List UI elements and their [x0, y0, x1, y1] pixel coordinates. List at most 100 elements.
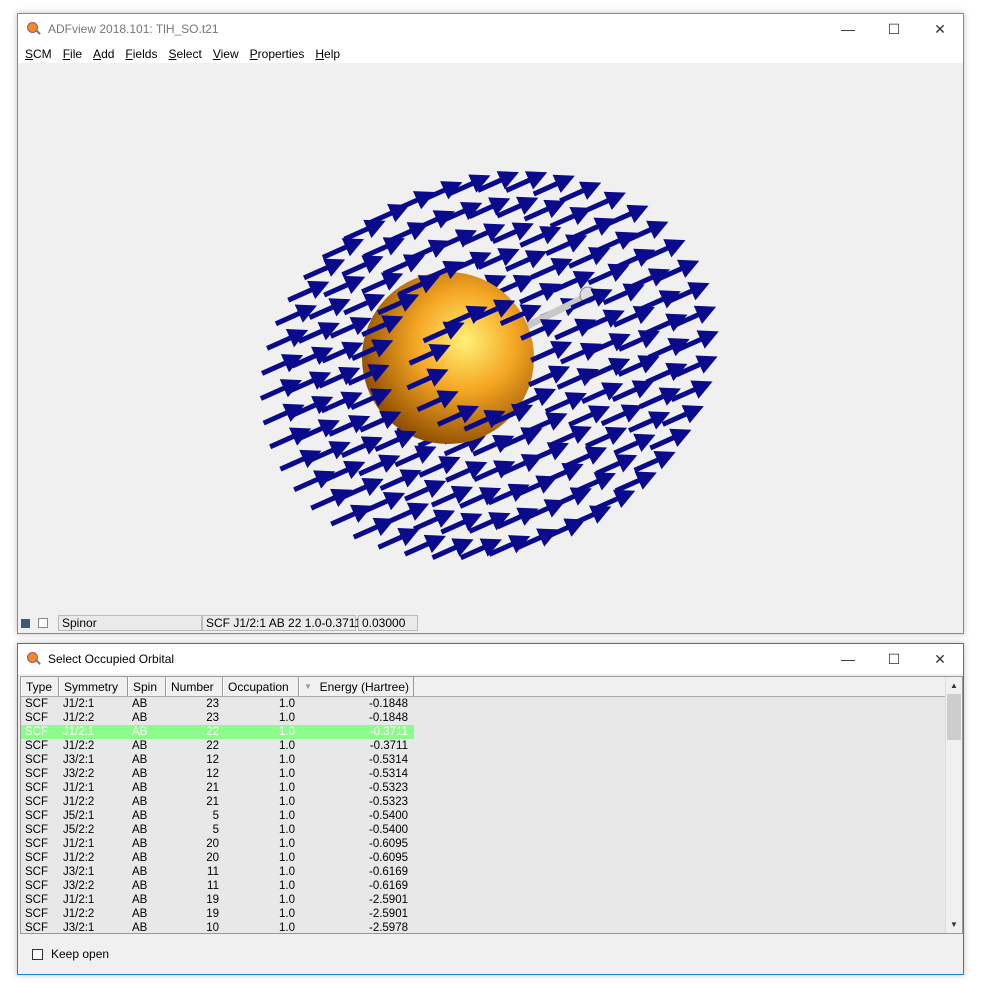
- keep-open-option[interactable]: Keep open: [32, 947, 109, 961]
- table-row[interactable]: SCF J3/2:2 AB 12 1.0 -0.5314: [21, 767, 962, 781]
- color-swatch[interactable]: [21, 618, 30, 628]
- cell-energy: -0.6169: [368, 866, 408, 878]
- cell-energy: -0.1848: [368, 698, 408, 710]
- field-arrow: [259, 379, 302, 401]
- cell-energy: -0.5400: [368, 810, 408, 822]
- col-occupation[interactable]: Occupation: [223, 677, 299, 696]
- vertical-scrollbar[interactable]: ▲ ▼: [945, 677, 962, 933]
- cell-occupation: 1.0: [279, 768, 295, 780]
- visibility-checkbox[interactable]: [38, 618, 48, 628]
- field-arrow: [476, 171, 519, 193]
- cell-energy: -0.5400: [368, 824, 408, 836]
- field-arrow: [638, 387, 681, 410]
- col-energy[interactable]: ▼ Energy (Hartree): [299, 677, 414, 696]
- table-row[interactable]: SCF J5/2:2 AB 5 1.0 -0.5400: [21, 823, 962, 837]
- field-arrow: [500, 453, 544, 476]
- cell-type: SCF: [25, 796, 48, 808]
- table-row[interactable]: SCF J1/2:2 AB 23 1.0 -0.1848: [21, 711, 962, 725]
- field-arrow: [440, 201, 483, 224]
- minimize-button[interactable]: —: [825, 14, 871, 44]
- menu-select[interactable]: Select: [168, 47, 201, 61]
- table-row[interactable]: SCF J3/2:1 AB 12 1.0 -0.5314: [21, 753, 962, 767]
- field-arrow: [468, 197, 511, 220]
- field-arrow: [352, 517, 395, 540]
- field-arrow: [505, 250, 548, 272]
- table-row[interactable]: SCF J1/2:2 AB 20 1.0 -0.6095: [21, 851, 962, 865]
- table-row[interactable]: SCF J1/2:1 AB 22 1.0 -0.3711: [21, 725, 962, 739]
- field-arrow: [670, 380, 713, 403]
- close-button[interactable]: ✕: [917, 14, 963, 44]
- cell-symmetry: J3/2:2: [63, 880, 95, 892]
- cell-occupation: 1.0: [279, 782, 295, 794]
- field-arrow: [606, 204, 649, 227]
- table-row[interactable]: SCF J5/2:1 AB 5 1.0 -0.5400: [21, 809, 962, 823]
- field-arrow: [613, 433, 656, 456]
- field-arrow: [545, 234, 588, 257]
- orbital-energy: -0.3711: [321, 616, 362, 630]
- field-arrow: [530, 341, 573, 363]
- 3d-viewport[interactable]: [18, 63, 963, 613]
- orbital-info[interactable]: SCF J1/2:1 AB 22 1.0 -0.3711: [202, 615, 361, 631]
- menu-scm[interactable]: SCM: [25, 47, 52, 61]
- scroll-down-arrow-icon[interactable]: ▼: [946, 916, 962, 933]
- field-arrow: [638, 290, 681, 312]
- field-arrow: [496, 196, 539, 219]
- table-row[interactable]: SCF J1/2:2 AB 19 1.0 -2.5901: [21, 907, 962, 921]
- col-spin[interactable]: Spin: [128, 677, 166, 696]
- cell-type: SCF: [25, 698, 48, 710]
- field-name[interactable]: Spinor: [58, 615, 202, 631]
- cell-type: SCF: [25, 712, 48, 724]
- menu-help[interactable]: Help: [315, 47, 340, 61]
- cell-symmetry: J3/2:2: [63, 768, 95, 780]
- field-arrow: [374, 430, 417, 452]
- col-type[interactable]: Type: [21, 677, 59, 696]
- cell-energy: -2.5978: [368, 922, 408, 934]
- menu-file[interactable]: File: [63, 47, 82, 61]
- menu-view[interactable]: View: [213, 47, 239, 61]
- menu-add[interactable]: Add: [93, 47, 114, 61]
- table-row[interactable]: SCF J1/2:1 AB 19 1.0 -2.5901: [21, 893, 962, 907]
- field-arrow: [544, 392, 587, 414]
- cell-spin: AB: [132, 810, 148, 822]
- field-arrow: [449, 251, 492, 274]
- field-arrow: [412, 210, 455, 232]
- table-row[interactable]: SCF J3/2:1 AB 10 1.0 -2.5978: [21, 921, 962, 934]
- maximize-button[interactable]: ☐: [871, 14, 917, 44]
- cell-energy: -0.3711: [369, 740, 408, 752]
- col-number[interactable]: Number: [166, 677, 223, 696]
- col-symmetry[interactable]: Symmetry: [59, 677, 128, 696]
- field-arrow: [559, 181, 602, 204]
- cell-type: SCF: [25, 824, 48, 836]
- field-arrow: [308, 441, 351, 463]
- title-bar: Select Occupied Orbital — ☐ ✕: [18, 644, 963, 674]
- field-arrow: [543, 518, 586, 541]
- table-row[interactable]: SCF J1/2:2 AB 21 1.0 -0.5323: [21, 795, 962, 809]
- field-arrow: [343, 219, 386, 242]
- table-row[interactable]: SCF J3/2:2 AB 11 1.0 -0.6169: [21, 879, 962, 893]
- table-row[interactable]: SCF J1/2:1 AB 21 1.0 -0.5323: [21, 781, 962, 795]
- cell-type: SCF: [25, 782, 48, 794]
- cell-spin: AB: [132, 754, 148, 766]
- isovalue-field[interactable]: 0.03000: [358, 615, 418, 631]
- cell-number: 20: [206, 838, 219, 850]
- cell-type: SCF: [21, 725, 59, 739]
- menu-fields[interactable]: Fields: [125, 47, 157, 61]
- table-row[interactable]: SCF J1/2:2 AB 22 1.0 -0.3711: [21, 739, 962, 753]
- table-row[interactable]: SCF J1/2:1 AB 20 1.0 -0.6095: [21, 837, 962, 851]
- cell-spin: AB: [132, 852, 148, 864]
- menu-properties[interactable]: Properties: [250, 47, 305, 61]
- close-button[interactable]: ✕: [917, 644, 963, 674]
- table-row[interactable]: SCF J3/2:1 AB 11 1.0 -0.6169: [21, 865, 962, 879]
- scroll-up-arrow-icon[interactable]: ▲: [946, 677, 962, 694]
- cell-symmetry: J1/2:1: [63, 782, 95, 794]
- field-arrow: [595, 454, 638, 476]
- keep-open-checkbox[interactable]: [32, 948, 43, 960]
- table-row[interactable]: SCF J1/2:1 AB 23 1.0 -0.1848: [21, 697, 962, 711]
- scroll-thumb[interactable]: [947, 694, 961, 740]
- field-arrow: [266, 329, 309, 351]
- cell-occupation: 1.0: [279, 796, 295, 808]
- cell-spin: AB: [132, 922, 148, 934]
- field-arrow: [468, 512, 511, 534]
- minimize-button[interactable]: —: [825, 644, 871, 674]
- maximize-button[interactable]: ☐: [871, 644, 917, 674]
